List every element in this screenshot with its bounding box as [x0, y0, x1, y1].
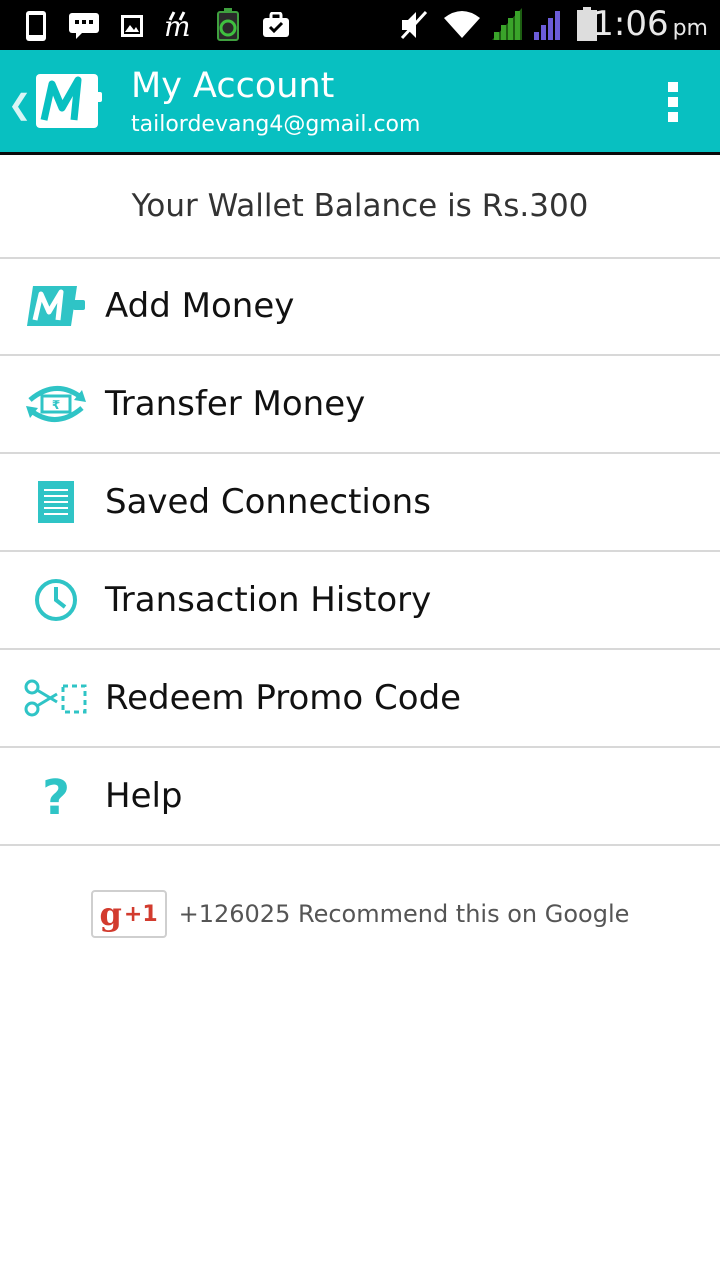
menu-item-label: Saved Connections [105, 482, 431, 522]
menu-item-label: Help [105, 776, 183, 816]
menu-item-label: Redeem Promo Code [105, 678, 462, 718]
app-logo-icon[interactable] [30, 66, 112, 134]
wifi-icon [444, 11, 480, 38]
clock: 1:06 pm [592, 4, 708, 44]
gplus-plus-one: +1 [123, 901, 158, 927]
svg-text:m: m [164, 10, 191, 40]
menu-item-transfer-money[interactable]: ₹ Transfer Money [0, 356, 720, 454]
google-plus-one-button[interactable]: g +1 [90, 890, 167, 938]
signal-1-icon [492, 8, 522, 40]
question-icon: ? [22, 766, 90, 826]
scissors-icon [22, 668, 90, 728]
image-icon [121, 15, 143, 37]
menu-item-add-money[interactable]: Add Money [0, 258, 720, 356]
transfer-icon: ₹ [22, 374, 90, 434]
svg-text:₹: ₹ [52, 398, 60, 412]
wallet-balance: Your Wallet Balance is Rs.300 [0, 155, 720, 259]
google-plus-row: g +1 +126025 Recommend this on Google [0, 888, 720, 940]
overflow-menu-icon[interactable] [668, 82, 682, 122]
mute-icon [400, 10, 428, 40]
account-email: tailordevang4@gmail.com [131, 112, 421, 137]
clock-icon [22, 570, 90, 630]
svg-text:?: ? [42, 772, 70, 820]
menu-item-label: Add Money [105, 286, 295, 326]
signal-2-icon [534, 11, 560, 40]
menu-item-label: Transaction History [105, 580, 432, 620]
document-icon [22, 472, 90, 532]
menu-item-help[interactable]: ? Help [0, 748, 720, 846]
action-bar: ❮ My Account tailordevang4@gmail.com [0, 50, 720, 155]
google-recommend-text: +126025 Recommend this on Google [178, 900, 630, 928]
briefcase-icon [263, 12, 289, 37]
message-icon [69, 13, 99, 39]
page-title: My Account [131, 66, 335, 106]
status-bar: m 1:06 pm [0, 0, 720, 50]
account-menu: Add Money ₹ Transfer Money Saved Connect… [0, 258, 720, 846]
menu-item-saved-connections[interactable]: Saved Connections [0, 454, 720, 552]
back-chevron-icon[interactable]: ❮ [8, 88, 31, 121]
battery-saver-icon [217, 8, 239, 41]
clock-time: 1:06 [592, 4, 669, 44]
mobikwik-icon: m [164, 10, 191, 40]
gplus-g: g [99, 895, 122, 933]
clock-ampm: pm [672, 16, 708, 41]
mobikwik-logo-icon [22, 276, 90, 336]
menu-item-redeem-promo-code[interactable]: Redeem Promo Code [0, 650, 720, 748]
phone-icon [26, 11, 46, 41]
menu-item-label: Transfer Money [105, 384, 366, 424]
menu-item-transaction-history[interactable]: Transaction History [0, 552, 720, 650]
